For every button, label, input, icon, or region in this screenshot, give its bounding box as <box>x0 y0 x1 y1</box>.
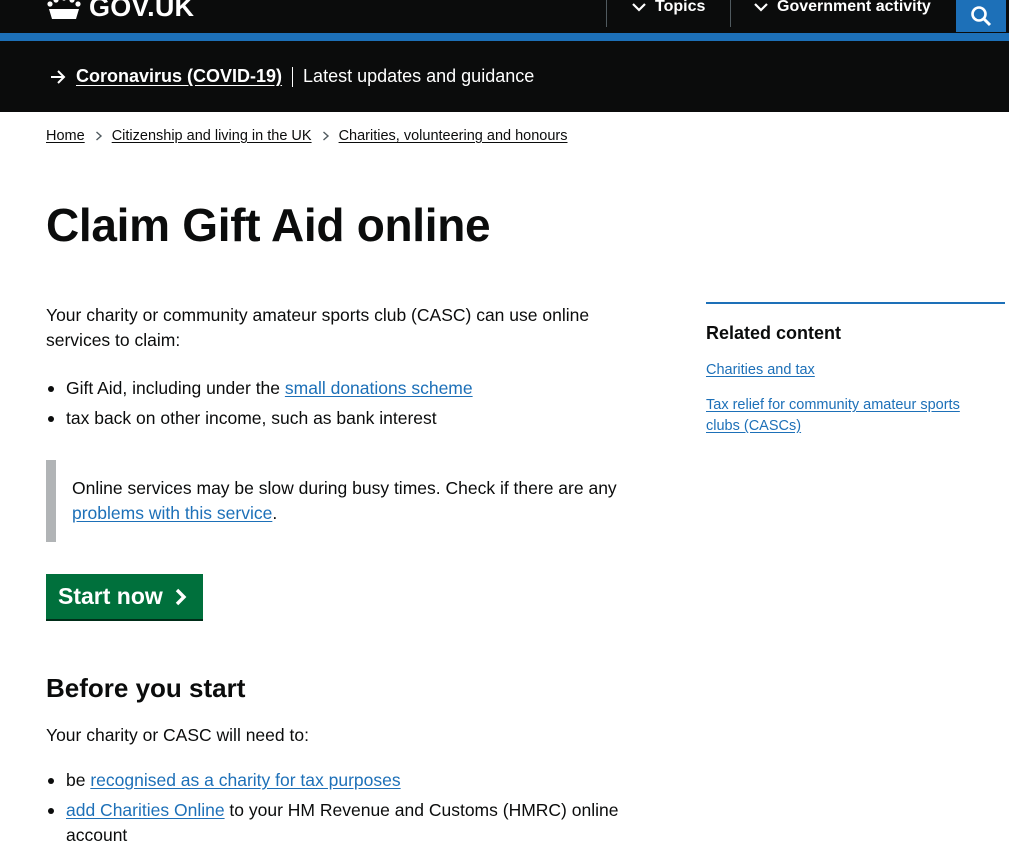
site-header: GOV.UK Topics Government activity <box>0 0 1009 33</box>
list-item: be recognised as a charity for tax purpo… <box>46 768 646 793</box>
covid-banner-text: Latest updates and guidance <box>303 66 535 86</box>
inset-text-end: . <box>272 503 278 523</box>
list-item: Gift Aid, including under the small dona… <box>46 373 636 403</box>
search-icon <box>971 6 992 27</box>
breadcrumb-charities[interactable]: Charities, volunteering and honours <box>339 128 568 144</box>
add-charities-online-link[interactable]: add Charities Online <box>66 800 225 820</box>
before-you-start-intro: Your charity or CASC will need to: <box>46 725 309 745</box>
crown-icon <box>47 0 81 19</box>
small-donations-scheme-link[interactable]: small donations scheme <box>285 378 473 398</box>
inset-text-body: Online services may be slow during busy … <box>72 478 617 498</box>
page-title: Claim Gift Aid online <box>46 199 491 251</box>
related-content: Related content Charities and tax Tax re… <box>706 302 1005 434</box>
logo-text: GOV.UK <box>89 0 195 22</box>
related-link-tax-relief-cascs[interactable]: Tax relief for community amateur sports … <box>706 395 996 437</box>
intro-paragraph: Your charity or community amateur sports… <box>46 305 590 350</box>
breadcrumb-citizenship[interactable]: Citizenship and living in the UK <box>112 128 312 144</box>
list-item-text: tax back on other income, such as bank i… <box>66 408 437 428</box>
arrow-right-icon <box>51 69 66 84</box>
chevron-right-icon <box>175 588 187 605</box>
related-link-charities-tax[interactable]: Charities and tax <box>706 360 996 381</box>
recognised-charity-link[interactable]: recognised as a charity for tax purposes <box>90 770 400 790</box>
nav-divider <box>730 0 731 27</box>
list-item: add Charities Online to your HM Revenue … <box>46 798 646 843</box>
breadcrumb: Home Citizenship and living in the UK Ch… <box>46 128 568 144</box>
breadcrumb-home[interactable]: Home <box>46 128 85 144</box>
inset-text: Online services may be slow during busy … <box>72 476 642 526</box>
requirements-list: be recognised as a charity for tax purpo… <box>46 768 646 843</box>
chevron-right-icon <box>322 131 329 141</box>
inset-notice: Online services may be slow during busy … <box>46 460 646 542</box>
chevron-down-icon <box>754 3 768 12</box>
claim-list: Gift Aid, including under the small dona… <box>46 373 636 433</box>
covid-banner: Coronavirus (COVID-19) Latest updates an… <box>0 41 1009 112</box>
related-content-title: Related content <box>706 323 842 343</box>
service-problems-link[interactable]: problems with this service <box>72 503 272 523</box>
list-item-text: be <box>66 770 91 790</box>
start-now-label: Start now <box>58 583 163 609</box>
before-you-start-heading: Before you start <box>46 673 246 703</box>
banner-divider <box>292 66 294 87</box>
chevron-right-icon <box>95 131 102 141</box>
search-button[interactable] <box>956 0 1006 32</box>
nav-divider <box>606 0 607 27</box>
nav-government-activity-label: Government activity <box>777 0 931 15</box>
header-accent-bar <box>0 33 1009 41</box>
list-item-text: Gift Aid, including under the <box>66 378 285 398</box>
covid-link[interactable]: Coronavirus (COVID-19) <box>76 66 282 87</box>
nav-topics-label: Topics <box>655 0 706 15</box>
start-now-button[interactable]: Start now <box>46 574 203 619</box>
govuk-logo[interactable]: GOV.UK <box>46 0 194 23</box>
chevron-down-icon <box>632 3 646 12</box>
nav-topics[interactable]: Topics <box>632 0 705 16</box>
nav-government-activity[interactable]: Government activity <box>754 0 931 16</box>
list-item: tax back on other income, such as bank i… <box>46 403 636 433</box>
